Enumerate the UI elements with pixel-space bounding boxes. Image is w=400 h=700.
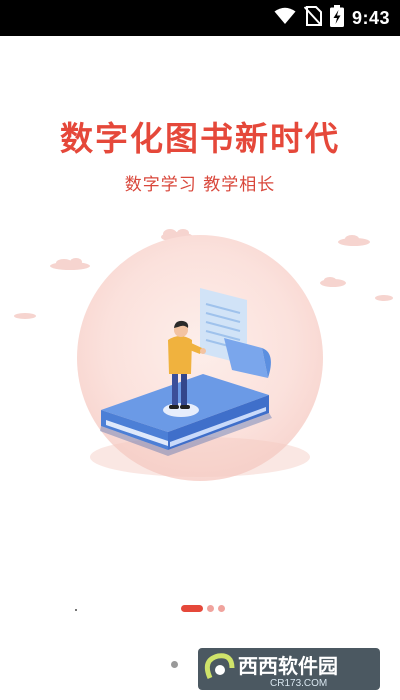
status-icons: 9:43 <box>274 0 390 36</box>
page-dot-active[interactable] <box>181 605 203 612</box>
status-time: 9:43 <box>351 7 390 28</box>
watermark-url: CR173.COM <box>270 678 327 689</box>
home-indicator[interactable] <box>171 661 178 668</box>
wifi-icon <box>274 7 296 29</box>
page-dot[interactable] <box>218 605 225 612</box>
page-dot[interactable] <box>207 605 214 612</box>
artifact-dot <box>75 609 77 611</box>
no-sim-icon <box>303 6 323 30</box>
watermark-logo: 西西软件园 CR173.COM <box>198 648 380 690</box>
page-indicator <box>0 605 400 615</box>
watermark-brand: 西西软件园 <box>238 654 338 678</box>
splash-title: 数字化图书新时代 <box>60 119 340 158</box>
battery-charging-icon <box>329 5 344 31</box>
status-bar: 9:43 <box>0 0 400 36</box>
splash-subtitle: 数字学习 教学相长 <box>124 175 276 195</box>
reading-illustration <box>0 220 400 510</box>
